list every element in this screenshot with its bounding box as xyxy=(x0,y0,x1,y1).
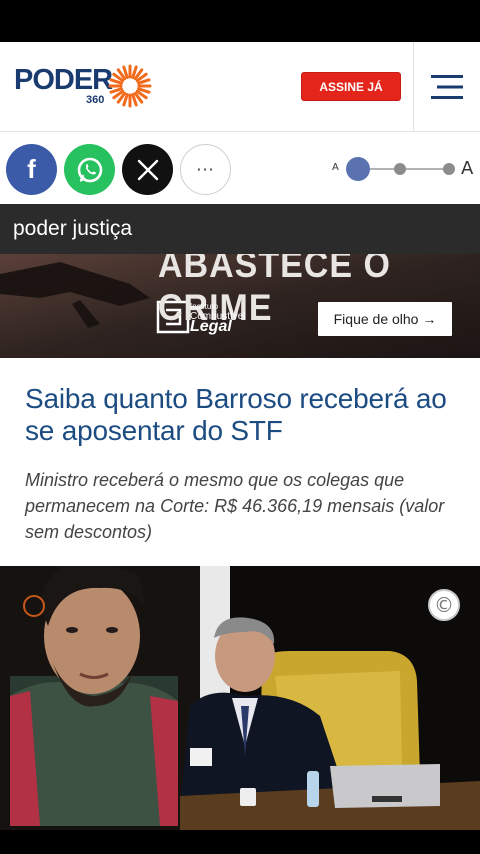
hamburger-menu-icon xyxy=(431,75,463,99)
menu-button[interactable] xyxy=(413,42,480,132)
photo-illustration xyxy=(0,566,480,830)
facebook-share-button[interactable]: f xyxy=(6,144,57,195)
screen: PODER 360 ASSINE JÁ f ··· A A poder just… xyxy=(0,0,480,854)
copyright-icon: © xyxy=(434,593,454,617)
ad-sponsor-logo: Instituto Combustível Legal xyxy=(190,302,270,335)
logo-number: 360 xyxy=(86,94,105,106)
subscribe-button[interactable]: ASSINE JÁ xyxy=(301,72,401,101)
article-header: Saiba quanto Barroso receberá ao se apos… xyxy=(0,358,480,568)
logo-wordmark: PODER xyxy=(14,64,113,96)
slider-knob xyxy=(346,157,370,181)
slider-stop-medium xyxy=(394,163,406,175)
sponsor-line-3: Legal xyxy=(190,318,232,335)
x-share-button[interactable] xyxy=(122,144,173,195)
x-icon xyxy=(137,159,158,180)
share-toolbar: f ··· A A xyxy=(0,132,480,204)
font-size-small-label: A xyxy=(332,162,339,173)
facebook-icon: f xyxy=(27,154,36,184)
article-photo[interactable]: © xyxy=(0,566,480,830)
font-size-large-label: A xyxy=(461,158,474,179)
whatsapp-share-button[interactable] xyxy=(64,144,115,195)
slider-stop-large xyxy=(443,163,455,175)
article-headline[interactable]: Saiba quanto Barroso receberá ao se apos… xyxy=(25,383,465,447)
ad-cta-button[interactable]: Fique de olho → xyxy=(318,302,452,336)
copyright-badge[interactable]: © xyxy=(428,589,460,621)
article-subheadline: Ministro receberá o mesmo que os colegas… xyxy=(25,470,445,542)
more-share-button[interactable]: ··· xyxy=(180,144,231,195)
whatsapp-icon xyxy=(77,157,102,182)
sun-logo-icon xyxy=(108,64,152,108)
bottom-bar xyxy=(0,830,480,854)
section-title-bar[interactable]: poder justiça xyxy=(0,204,480,254)
font-size-slider[interactable] xyxy=(344,156,462,182)
section-title: poder justiça xyxy=(13,217,133,240)
more-icon: ··· xyxy=(196,160,215,179)
ad-banner[interactable]: ABASTECE O CRIME Instituto Combustível L… xyxy=(0,254,480,358)
site-header: PODER 360 ASSINE JÁ xyxy=(0,42,480,132)
poder360-logo[interactable]: PODER 360 xyxy=(14,64,164,108)
